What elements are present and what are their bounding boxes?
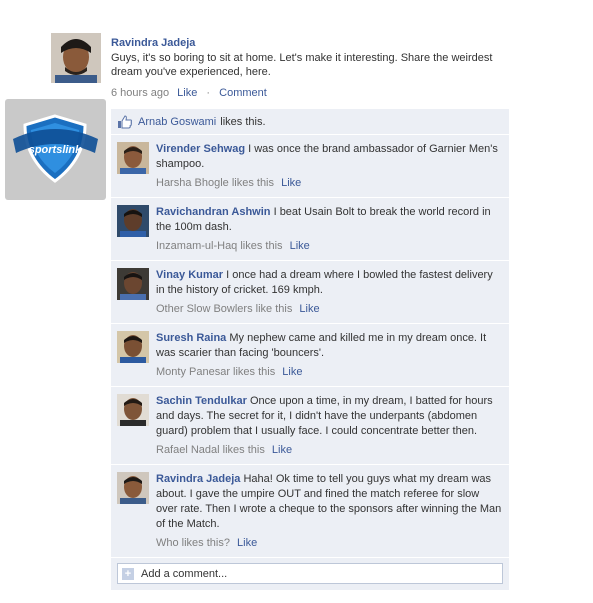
add-comment-row: + Add a comment... [111,558,509,590]
comment-item: Vinay Kumar I once had a dream where I b… [111,261,509,324]
plus-icon: + [122,567,134,580]
add-comment-placeholder: Add a comment... [141,567,228,580]
add-comment-input[interactable]: + Add a comment... [117,563,503,584]
thumbs-up-icon [117,114,133,129]
commenter-avatar[interactable] [117,394,149,426]
logo-wordmark: sportslink [29,144,82,156]
comment-item: Sachin Tendulkar Once upon a time, in my… [111,387,509,465]
meta-separator: · [206,87,211,99]
comment-like-link[interactable]: Like [272,444,292,456]
commenter-name[interactable]: Sachin Tendulkar [156,395,247,407]
post-author-avatar[interactable] [51,33,101,83]
comment-like-link[interactable]: Like [281,177,301,189]
comment-likes-text: Who likes this? [156,537,230,549]
comment-like-link[interactable]: Like [290,240,310,252]
sportslink-logo: sportslink [5,99,106,200]
comments-list: Arnab Goswami likes this. Virender Sehwa… [111,109,509,590]
commenter-avatar[interactable] [117,142,149,174]
comment-likes-text: Rafael Nadal likes this [156,444,265,456]
commenter-name[interactable]: Ravindra Jadeja [156,473,240,485]
comment-likes-text: Monty Panesar likes this [156,366,276,378]
commenter-avatar[interactable] [117,472,149,504]
comment-like-link[interactable]: Like [282,366,302,378]
post-text: Guys, it's so boring to sit at home. Let… [111,52,493,78]
comment-like-link[interactable]: Like [299,303,319,315]
post-comment-link[interactable]: Comment [219,87,267,99]
post-author-name[interactable]: Ravindra Jadeja [111,37,195,49]
commenter-name[interactable]: Suresh Raina [156,332,226,344]
comment-item: Suresh Raina My nephew came and killed m… [111,324,509,387]
post-like-link[interactable]: Like [177,87,197,99]
comment-likes-text: Harsha Bhogle likes this [156,177,275,189]
likes-suffix: likes this. [220,115,266,128]
commenter-name[interactable]: Ravichandran Ashwin [156,206,271,218]
likes-row: Arnab Goswami likes this. [111,109,509,135]
commenter-name[interactable]: Vinay Kumar [156,269,223,281]
comment-likes-text: Other Slow Bowlers like this [156,303,293,315]
commenter-avatar[interactable] [117,205,149,237]
comment-like-link[interactable]: Like [237,537,257,549]
post-meta: 6 hours ago Like · Comment [111,87,267,99]
post-timestamp: 6 hours ago [111,87,170,99]
liker-name[interactable]: Arnab Goswami [138,116,216,128]
commenter-avatar[interactable] [117,268,149,300]
comment-item: Ravichandran Ashwin I beat Usain Bolt to… [111,198,509,261]
commenter-name[interactable]: Virender Sehwag [156,143,245,155]
comment-likes-text: Inzamam-ul-Haq likes this [156,240,283,252]
commenter-avatar[interactable] [117,331,149,363]
comment-item: Virender Sehwag I was once the brand amb… [111,135,509,198]
comment-item: Ravindra Jadeja Haha! Ok time to tell yo… [111,465,509,558]
